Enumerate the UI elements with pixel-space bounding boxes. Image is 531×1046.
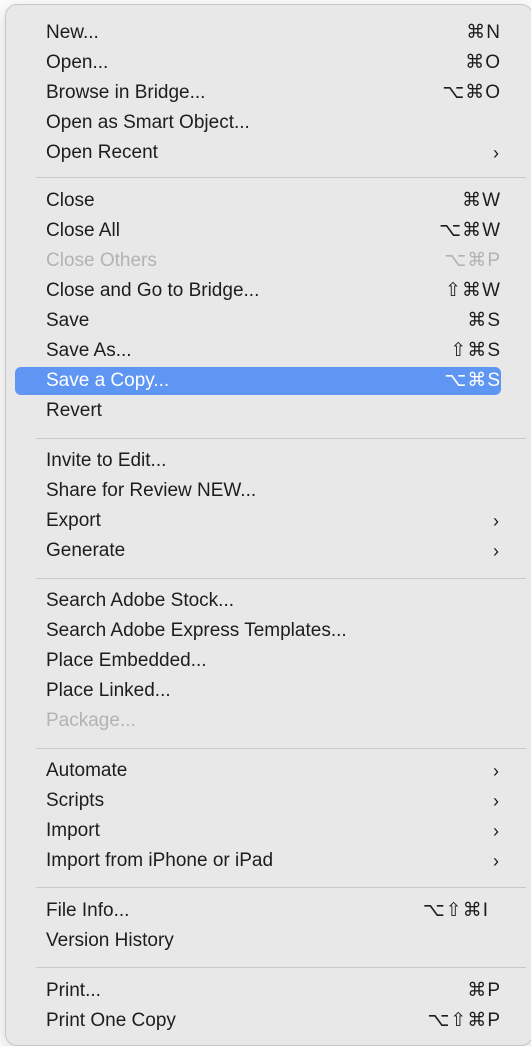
menu-item-shortcut: ⌘O — [465, 52, 501, 73]
menu-item-open-recent[interactable]: Open Recent › — [15, 139, 501, 167]
menu-item-label: Print... — [46, 980, 101, 1001]
menu-item-shortcut: ⌥⌘P — [444, 250, 501, 271]
menu-item-new[interactable]: New... ⌘N — [15, 19, 501, 47]
menu-item-label: Import from iPhone or iPad — [46, 850, 274, 871]
menu-item-label: Open as Smart Object... — [46, 112, 250, 133]
menu-item-label: Invite to Edit... — [46, 450, 167, 471]
menu-item-open[interactable]: Open... ⌘O — [15, 49, 501, 77]
chevron-right-icon: › — [493, 143, 499, 163]
menu-item-revert[interactable]: Revert — [15, 397, 501, 425]
menu-item-label: Scripts — [46, 790, 105, 811]
menu-item-label: Save a Copy... — [46, 370, 170, 391]
menu-item-share-for-review[interactable]: Share for Review NEW... — [15, 477, 501, 505]
menu-item-scripts[interactable]: Scripts › — [15, 787, 501, 815]
menu-item-label: Place Linked... — [46, 680, 171, 701]
menu-item-label: File Info... — [46, 900, 130, 921]
menu-item-close-others: Close Others ⌥⌘P — [15, 247, 501, 275]
menu-item-place-embedded[interactable]: Place Embedded... — [15, 647, 501, 675]
menu-item-shortcut: ⌘W — [462, 190, 501, 211]
menu-item-close-all[interactable]: Close All ⌥⌘W — [15, 217, 501, 245]
menu-item-label: Import — [46, 820, 100, 841]
menu-item-label: Place Embedded... — [46, 650, 207, 671]
menu-item-export[interactable]: Export › — [15, 507, 501, 535]
menu-item-label: Search Adobe Stock... — [46, 590, 235, 611]
menu-item-automate[interactable]: Automate › — [15, 757, 501, 785]
menu-separator — [36, 177, 526, 178]
menu-separator — [36, 887, 526, 888]
menu-item-label: New... — [46, 22, 99, 43]
menu-item-label: Close — [46, 190, 95, 211]
menu-item-label: Save — [46, 310, 90, 331]
menu-separator — [36, 578, 526, 579]
menu-item-file-info[interactable]: File Info... ⌥⇧⌘I — [15, 897, 501, 925]
menu-item-shortcut: ⇧⌘W — [445, 280, 501, 301]
menu-item-shortcut: ⌥⇧⌘I — [422, 900, 489, 921]
menu-item-invite-to-edit[interactable]: Invite to Edit... — [15, 447, 501, 475]
menu-separator — [36, 438, 526, 439]
menu-item-place-linked[interactable]: Place Linked... — [15, 677, 501, 705]
chevron-right-icon: › — [493, 761, 499, 781]
menu-separator — [36, 967, 526, 968]
menu-item-label: Package... — [46, 710, 136, 731]
menu-item-shortcut: ⇧⌘S — [450, 340, 501, 361]
file-menu: New... ⌘N Open... ⌘O Browse in Bridge...… — [5, 4, 531, 1046]
menu-item-label: Close All — [46, 220, 120, 241]
menu-item-shortcut: ⌥⌘O — [442, 82, 501, 103]
menu-item-shortcut: ⌥⇧⌘P — [427, 1010, 501, 1031]
menu-item-shortcut: ⌥⌘W — [439, 220, 501, 241]
menu-item-label: Automate — [46, 760, 128, 781]
menu-item-import-from-iphone-or-ipad[interactable]: Import from iPhone or iPad › — [15, 847, 501, 875]
menu-item-open-as-smart-object[interactable]: Open as Smart Object... — [15, 109, 501, 137]
chevron-right-icon: › — [493, 511, 499, 531]
chevron-right-icon: › — [493, 821, 499, 841]
menu-item-label: Version History — [46, 930, 174, 951]
menu-item-browse-in-bridge[interactable]: Browse in Bridge... ⌥⌘O — [15, 79, 501, 107]
chevron-right-icon: › — [493, 541, 499, 561]
menu-item-print[interactable]: Print... ⌘P — [15, 977, 501, 1005]
menu-item-close-and-go-to-bridge[interactable]: Close and Go to Bridge... ⇧⌘W — [15, 277, 501, 305]
menu-item-label: Close Others — [46, 250, 157, 271]
menu-separator — [36, 748, 526, 749]
menu-item-save[interactable]: Save ⌘S — [15, 307, 501, 335]
menu-item-search-adobe-express-templates[interactable]: Search Adobe Express Templates... — [15, 617, 501, 645]
menu-item-package: Package... — [15, 707, 501, 735]
menu-item-label: Close and Go to Bridge... — [46, 280, 260, 301]
menu-item-label: Export — [46, 510, 101, 531]
menu-item-save-as[interactable]: Save As... ⇧⌘S — [15, 337, 501, 365]
menu-item-close[interactable]: Close ⌘W — [15, 187, 501, 215]
menu-item-search-adobe-stock[interactable]: Search Adobe Stock... — [15, 587, 501, 615]
menu-item-label: Browse in Bridge... — [46, 82, 206, 103]
chevron-right-icon: › — [493, 851, 499, 871]
menu-item-print-one-copy[interactable]: Print One Copy ⌥⇧⌘P — [15, 1007, 501, 1035]
menu-item-label: Open Recent — [46, 142, 158, 163]
menu-item-import[interactable]: Import › — [15, 817, 501, 845]
menu-item-shortcut: ⌘S — [467, 310, 501, 331]
menu-item-shortcut: ⌘N — [466, 22, 501, 43]
menu-item-version-history[interactable]: Version History — [15, 927, 501, 955]
menu-item-label: Revert — [46, 400, 102, 421]
menu-item-shortcut: ⌘P — [467, 980, 501, 1001]
menu-item-label: Print One Copy — [46, 1010, 176, 1031]
menu-item-label: Share for Review NEW... — [46, 480, 257, 501]
menu-item-save-a-copy[interactable]: Save a Copy... ⌥⌘S — [15, 367, 501, 395]
menu-item-label: Save As... — [46, 340, 132, 361]
menu-item-generate[interactable]: Generate › — [15, 537, 501, 565]
chevron-right-icon: › — [493, 791, 499, 811]
menu-item-label: Open... — [46, 52, 109, 73]
menu-item-label: Generate — [46, 540, 126, 561]
menu-item-label: Search Adobe Express Templates... — [46, 620, 347, 641]
menu-item-shortcut: ⌥⌘S — [444, 370, 501, 391]
